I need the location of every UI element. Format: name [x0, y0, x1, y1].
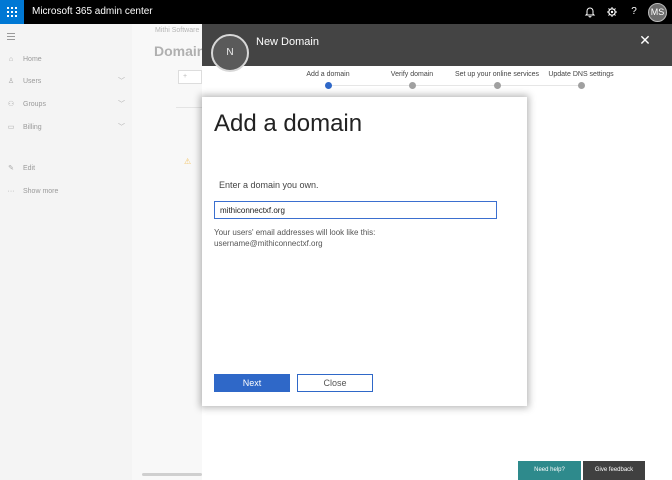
chevron-down-icon: ﹀ [118, 78, 125, 85]
step-label: Update DNS settings [548, 71, 614, 78]
close-icon[interactable]: ✕ [638, 33, 652, 47]
warning-icon: ⚠ [184, 157, 192, 166]
step-online-services: Set up your online services [452, 71, 542, 89]
step-label: Set up your online services [454, 71, 540, 78]
nav-item-edit[interactable]: ✎ Edit [6, 161, 35, 175]
left-nav [0, 24, 132, 480]
billing-icon: ▭ [7, 124, 15, 131]
chevron-down-icon: ﹀ [118, 101, 125, 108]
hamburger-icon[interactable] [7, 33, 15, 40]
close-button[interactable]: Close [297, 374, 373, 392]
avatar[interactable]: MS [648, 3, 667, 22]
add-domain-dialog: Add a domain Enter a domain you own. You… [202, 97, 527, 406]
instruction-text: Enter a domain you own. [219, 180, 319, 190]
panel-header: New Domain ✕ [202, 24, 672, 66]
nav-item-billing[interactable]: ▭ Billing ﹀ [6, 120, 132, 134]
bell-icon[interactable] [584, 6, 596, 18]
page-title: Domain [154, 43, 206, 59]
step-dot [493, 82, 501, 89]
need-help-button[interactable]: Need help? [518, 461, 581, 480]
nav-item-label: Users [23, 77, 42, 85]
help-icon[interactable]: ? [628, 6, 640, 18]
next-button[interactable]: Next [214, 374, 290, 392]
step-dot [408, 82, 416, 89]
email-preview-value: username@mithiconnectxf.org [214, 239, 323, 248]
nav-item-label: Edit [23, 164, 36, 172]
gear-icon[interactable] [606, 6, 618, 18]
nav-item-label: Groups [23, 100, 46, 108]
nav-item-show-more[interactable]: ··· Show more [6, 184, 59, 198]
chevron-down-icon: ﹀ [118, 124, 125, 131]
domain-input[interactable] [214, 201, 497, 219]
step-dot [324, 82, 332, 89]
step-label: Add a domain [306, 71, 350, 78]
step-label: Verify domain [390, 71, 434, 78]
waffle-icon[interactable] [0, 0, 24, 24]
step-add-domain: Add a domain [298, 71, 358, 89]
nav-item-label: Home [23, 55, 42, 63]
step-dot [577, 82, 585, 89]
nav-item-home[interactable]: ⌂ Home [6, 52, 42, 66]
more-icon: ··· [7, 187, 15, 195]
nav-item-groups[interactable]: ⚇ Groups ﹀ [6, 97, 132, 111]
give-feedback-button[interactable]: Give feedback [583, 461, 645, 480]
group-icon: ⚇ [7, 101, 15, 108]
panel-avatar: N [211, 34, 249, 72]
email-preview-label: Your users' email addresses will look li… [214, 228, 376, 237]
top-bar: Microsoft 365 admin center ? MS [0, 0, 672, 24]
edit-icon: ✎ [8, 165, 14, 172]
step-update-dns: Update DNS settings [546, 71, 616, 89]
panel-title: New Domain [256, 36, 319, 48]
page-background [132, 24, 202, 480]
app-title: Microsoft 365 admin center [32, 6, 153, 17]
nav-item-label: Show more [23, 187, 59, 195]
step-verify-domain: Verify domain [382, 71, 442, 89]
add-domain-button[interactable]: + [178, 70, 202, 84]
divider [176, 107, 202, 108]
user-icon: ♙ [7, 78, 15, 85]
breadcrumb[interactable]: Mithi Software [155, 27, 199, 34]
home-icon: ⌂ [8, 55, 14, 63]
dialog-title: Add a domain [214, 110, 363, 137]
nav-item-label: Billing [23, 123, 42, 131]
scrollbar[interactable] [142, 473, 202, 476]
nav-item-users[interactable]: ♙ Users ﹀ [6, 74, 132, 88]
